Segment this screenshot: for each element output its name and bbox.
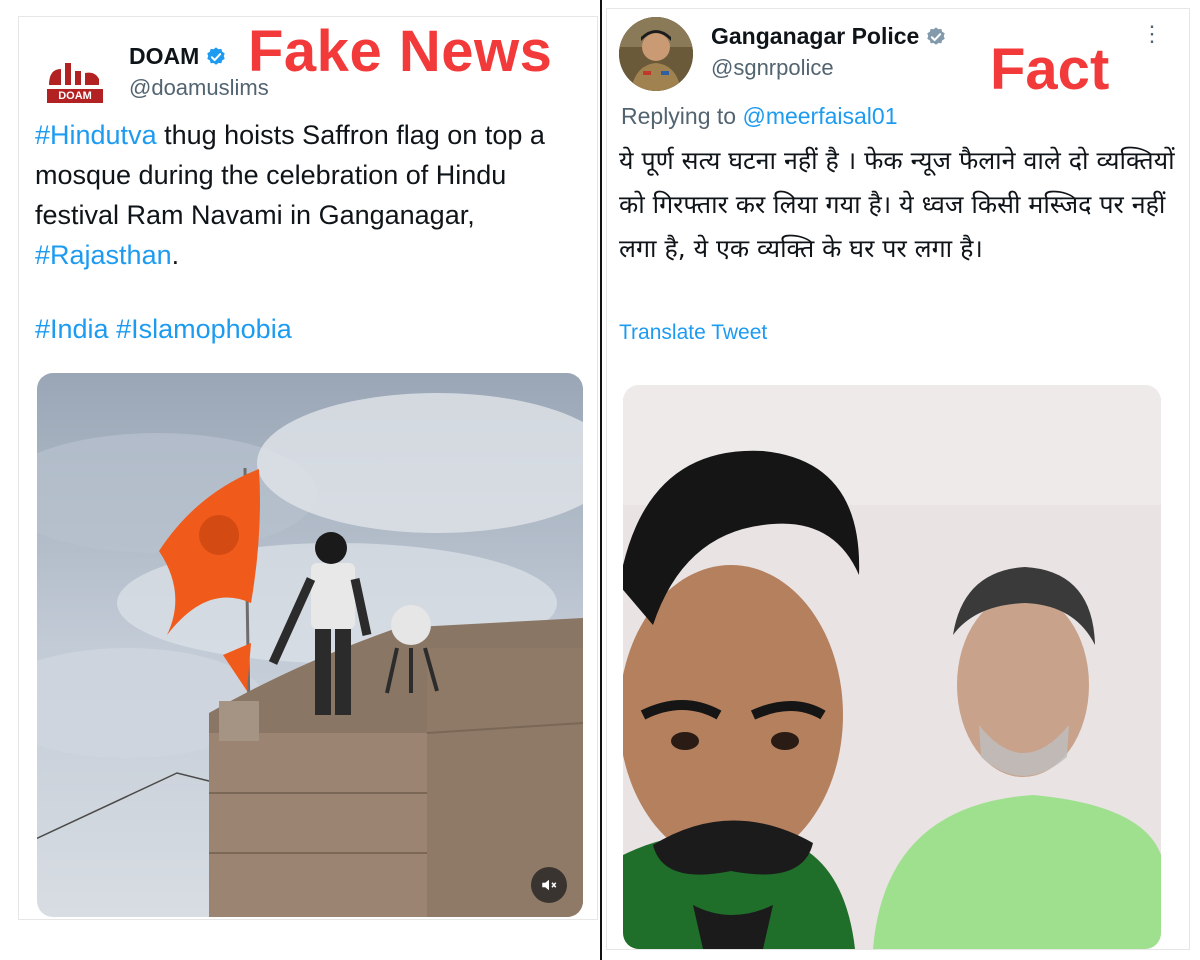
translate-tweet-link[interactable]: Translate Tweet (619, 321, 767, 345)
doam-logo-icon (39, 45, 111, 117)
police-display-name[interactable]: Ganganagar Police (711, 23, 947, 50)
reply-handle-link[interactable]: @meerfaisal01 (742, 103, 897, 129)
fact-tweet-card: Ganganagar Police @sgnrpolice ⋮ Replying… (606, 8, 1190, 950)
verified-badge-icon (207, 46, 225, 65)
tweet-hashtags: #India #Islamophobia (35, 309, 575, 349)
doam-logo-text: DOAM (58, 90, 92, 102)
reply-prefix: Replying to (621, 103, 737, 129)
hashtag-hindutva[interactable]: #Hindutva (35, 120, 157, 150)
police-name-text: Ganganagar Police (711, 23, 920, 49)
hashtag-india[interactable]: #India (35, 314, 109, 344)
more-options-icon[interactable]: ⋮ (1141, 23, 1163, 45)
mute-toggle-button[interactable] (531, 867, 567, 903)
tweet-photo[interactable] (623, 385, 1161, 949)
fake-news-label: Fake News (248, 19, 553, 84)
panel-divider (600, 0, 602, 960)
speaker-mute-icon (542, 879, 557, 891)
fake-news-tweet-card: DOAM DOAM @doamuslims #Hindutva thug hoi… (18, 16, 598, 920)
doam-avatar[interactable]: DOAM (39, 45, 111, 117)
tweet-body: #Hindutva thug hoists Saffron flag on to… (35, 115, 575, 275)
arrested-men-photo (623, 385, 1161, 949)
doam-display-name[interactable]: DOAM (129, 43, 227, 70)
tweet-video-thumbnail[interactable] (37, 373, 583, 917)
hashtag-islamophobia[interactable]: #Islamophobia (116, 314, 292, 344)
tweet-body-hindi: ये पूर्ण सत्य घटना नहीं है । फेक न्यूज फ… (619, 146, 1175, 263)
police-handle[interactable]: @sgnrpolice (711, 55, 834, 81)
hashtag-rajasthan[interactable]: #Rajasthan (35, 240, 172, 270)
officer-portrait-icon (619, 17, 693, 91)
doam-name-text: DOAM (129, 43, 200, 69)
flag-on-rooftop-image (37, 373, 583, 917)
government-verified-badge-icon (927, 26, 946, 45)
tweet-text-period: . (171, 240, 180, 270)
fact-label: Fact (990, 37, 1110, 102)
police-avatar[interactable] (619, 17, 693, 91)
replying-to-line: Replying to @meerfaisal01 (621, 103, 898, 130)
